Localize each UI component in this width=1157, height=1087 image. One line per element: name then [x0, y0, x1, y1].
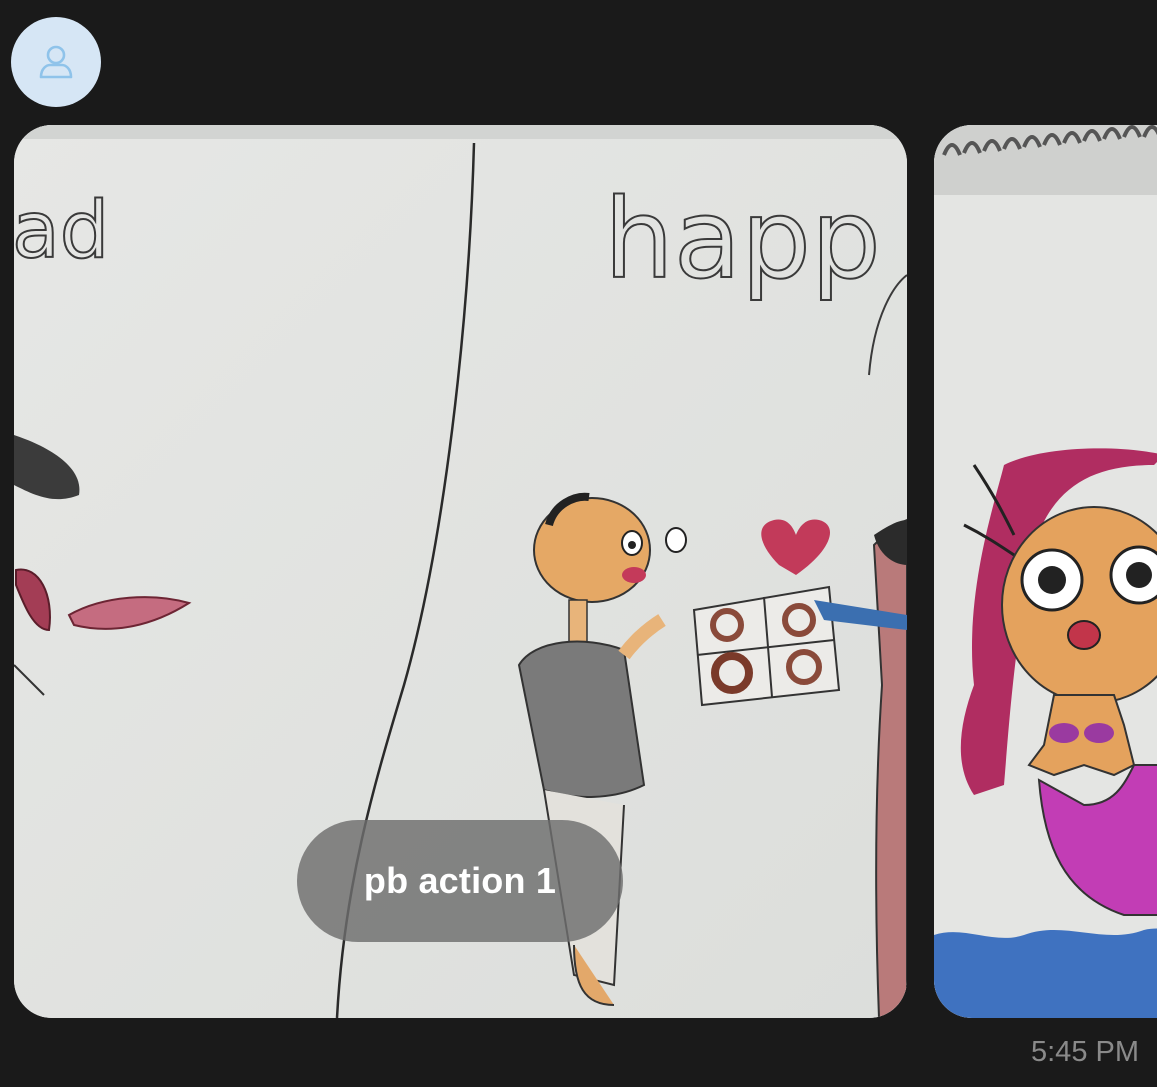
drawing-left-word: ad	[14, 186, 109, 276]
drawing-image-2	[934, 125, 1157, 1018]
message-timestamp: 5:45 PM	[1031, 1036, 1139, 1068]
person-icon	[39, 45, 73, 79]
chat-screen: ad happ pb action 1 5:45 PM	[0, 0, 1157, 1087]
action-button[interactable]: pb action 1	[297, 820, 623, 942]
drawing-photo-2[interactable]	[934, 125, 1157, 1018]
drawing-right-word: happ	[604, 175, 881, 303]
sender-avatar[interactable]	[11, 17, 101, 107]
